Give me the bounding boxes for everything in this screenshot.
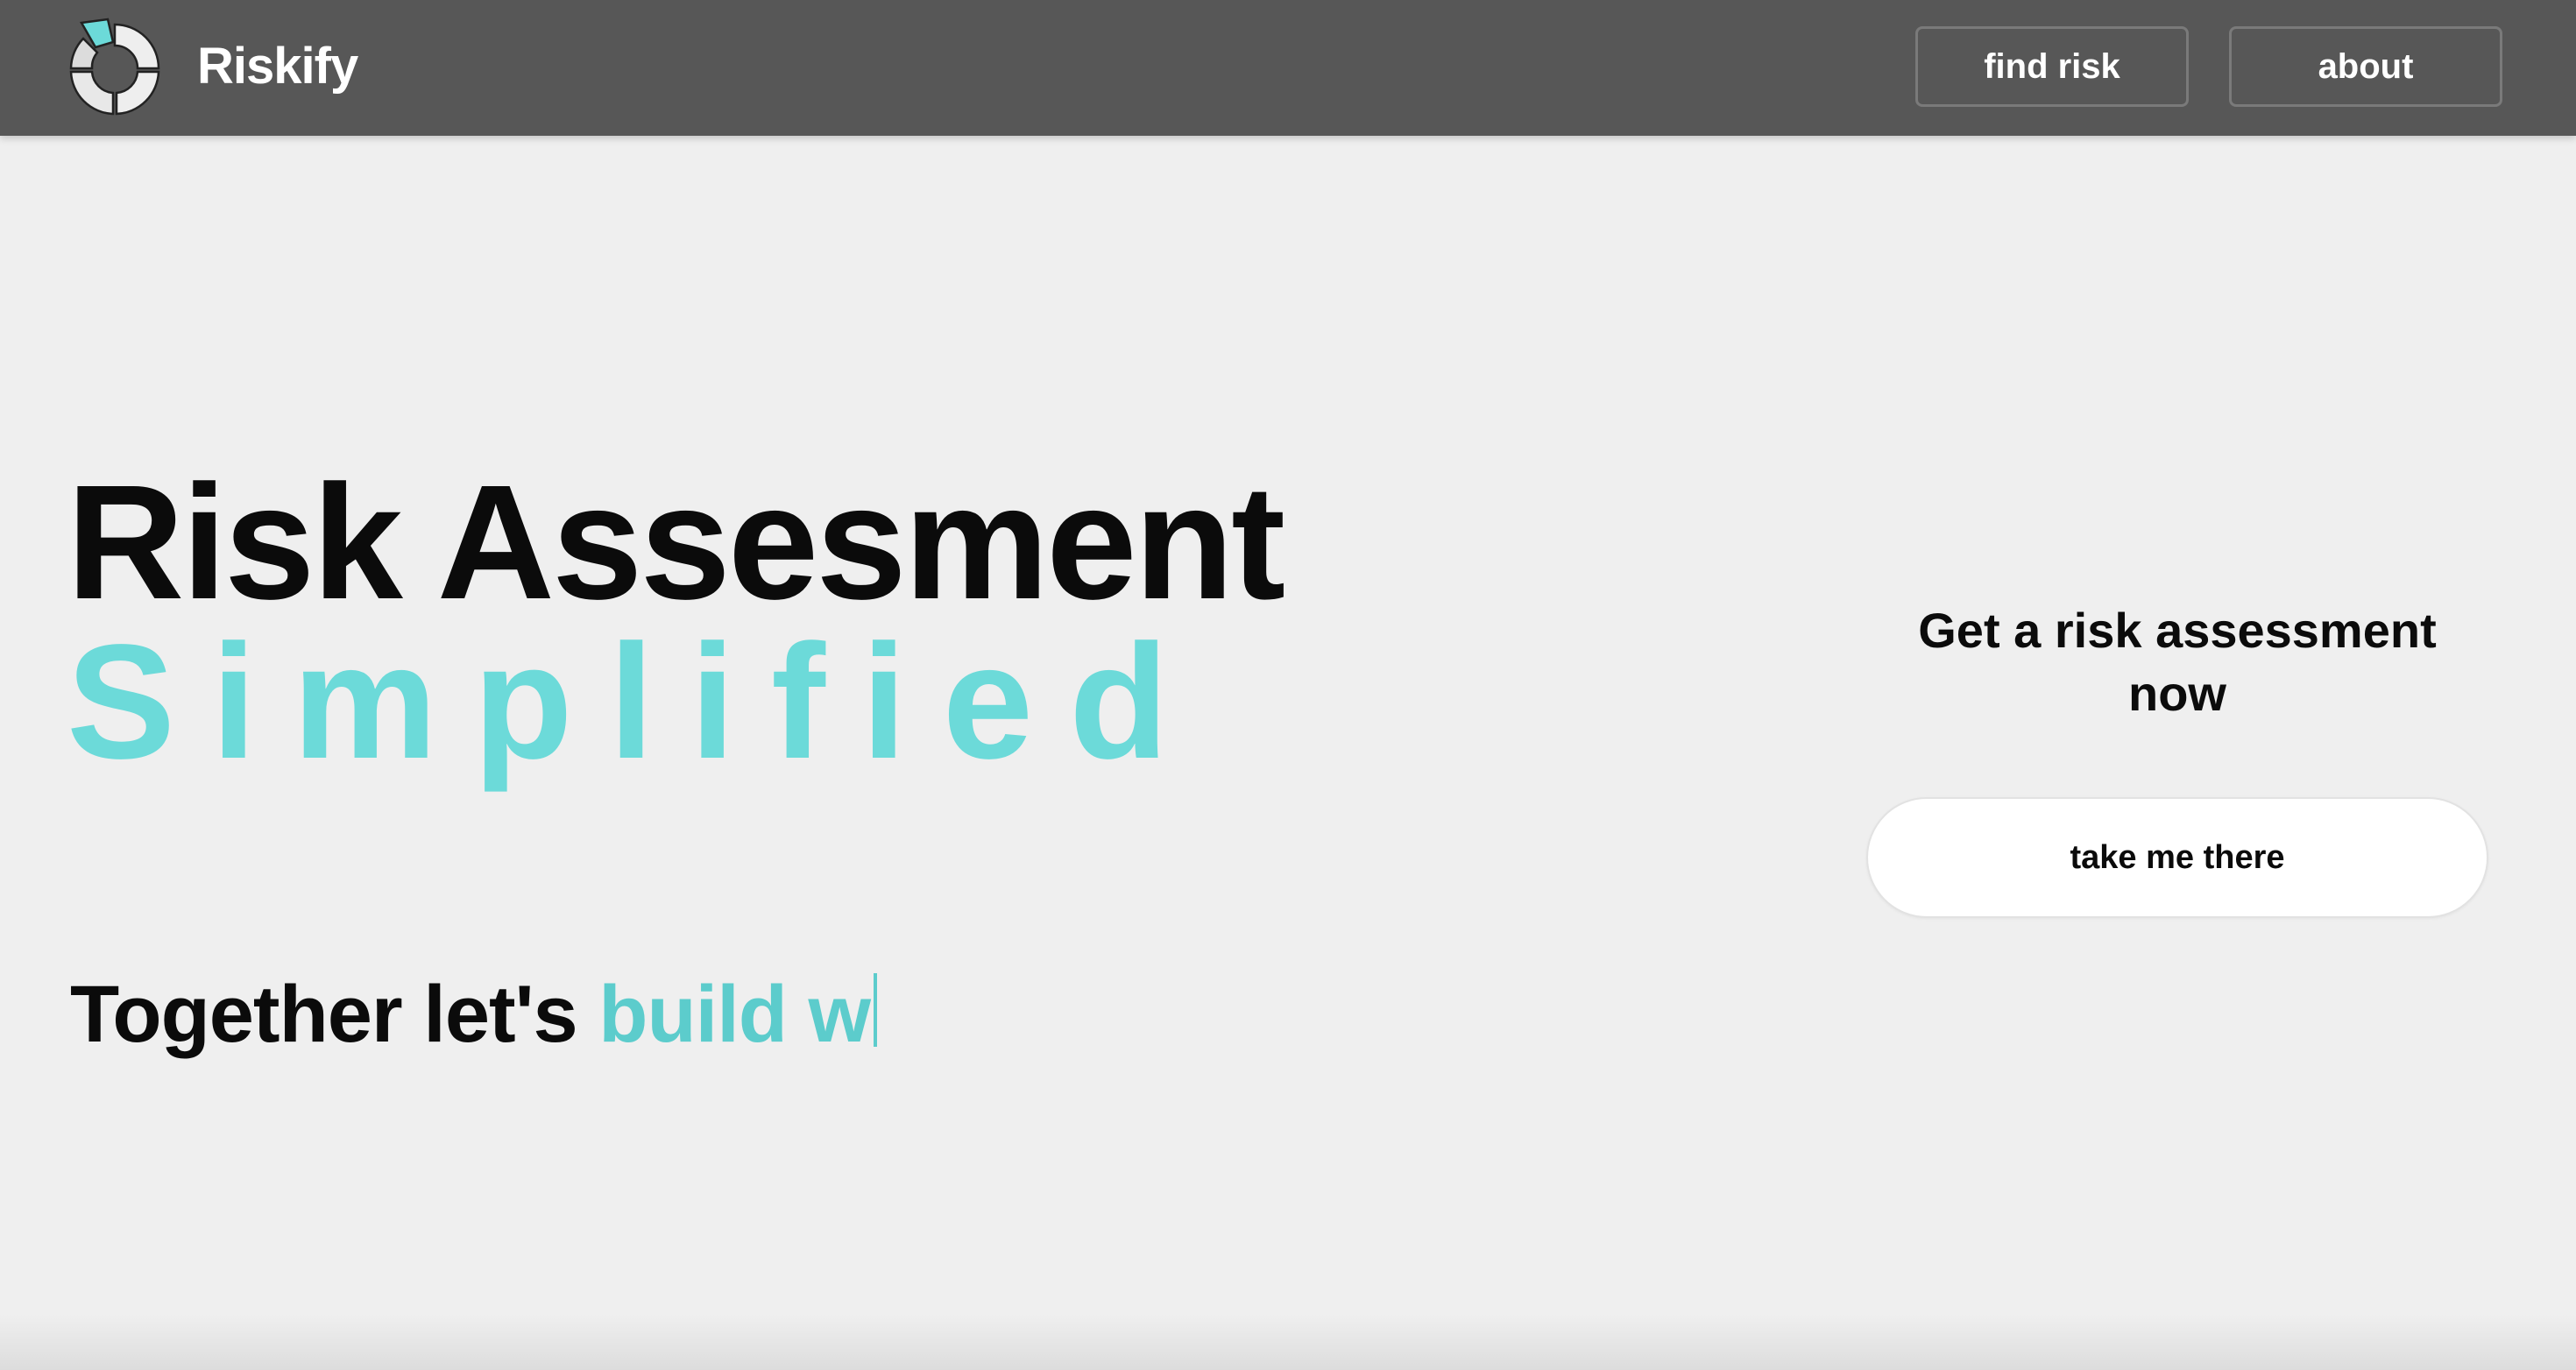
take-me-there-button[interactable]: take me there — [1866, 797, 2488, 918]
about-button[interactable]: about — [2229, 26, 2502, 107]
bottom-edge-shadow — [0, 1314, 2576, 1370]
cta-heading: Get a risk assessment now — [1918, 603, 2437, 721]
tagline: Together let's build w — [70, 962, 878, 1067]
top-navbar: Riskify find risk about — [0, 0, 2576, 136]
typing-cursor — [874, 973, 878, 1047]
hero-title: Risk Assesment — [67, 452, 1285, 633]
hero-subtitle: Simplified — [67, 611, 1205, 793]
tagline-typed-text: build w — [598, 970, 871, 1059]
pie-chart-icon[interactable] — [66, 18, 164, 119]
find-risk-button[interactable]: find risk — [1915, 26, 2189, 107]
brand-name[interactable]: Riskify — [197, 35, 358, 98]
tagline-prefix: Together let's — [70, 970, 578, 1059]
